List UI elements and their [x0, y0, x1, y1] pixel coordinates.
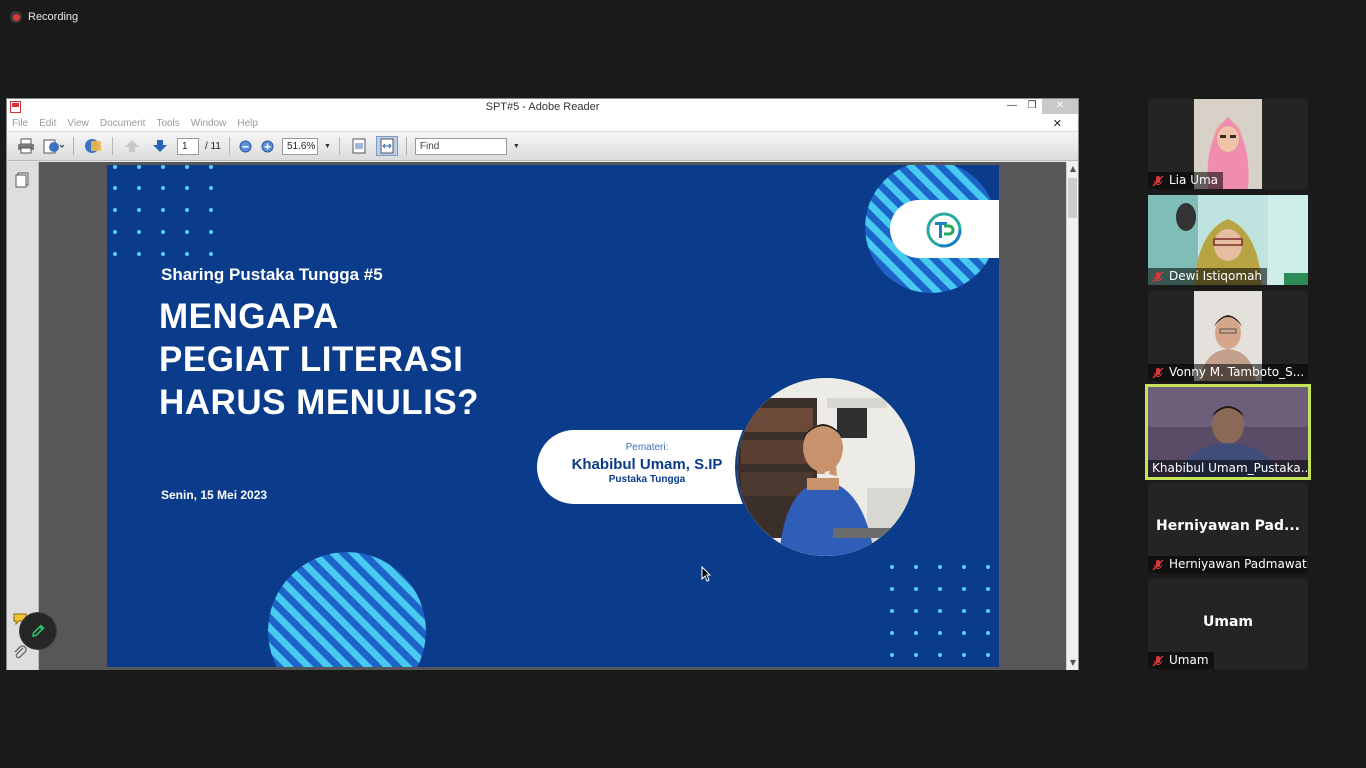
attachment-icon[interactable]: [13, 644, 27, 664]
recording-indicator[interactable]: Recording: [10, 11, 78, 23]
reader-toolbar: 1 / 11 51.6% ▼ Find ▼: [7, 132, 1078, 161]
fit-width-icon[interactable]: [375, 136, 398, 156]
menu-file[interactable]: File: [12, 118, 28, 129]
page-number-input[interactable]: 1: [177, 137, 199, 155]
participant-tile[interactable]: Umam Umam: [1148, 579, 1308, 669]
recording-label: Recording: [28, 11, 79, 23]
navigation-panel: [7, 162, 39, 670]
participant-initial-name: Umam: [1203, 614, 1253, 630]
pencil-icon: [32, 624, 45, 637]
window-title: SPT#5 - Adobe Reader: [485, 101, 600, 113]
participant-tile-active-speaker[interactable]: Khabibul Umam_Pustaka...: [1145, 384, 1311, 480]
annotate-button[interactable]: [19, 612, 57, 650]
record-icon: [10, 11, 22, 23]
zoom-dropdown-icon[interactable]: ▼: [324, 143, 331, 150]
participant-name: Dewi Istiqomah: [1169, 269, 1263, 283]
participant-tile[interactable]: Lia Uma: [1148, 99, 1308, 189]
pages-panel-icon[interactable]: [15, 172, 29, 192]
participant-tile[interactable]: Vonny M. Tamboto_S...: [1148, 291, 1308, 381]
zoom-in-icon[interactable]: [260, 136, 276, 156]
find-input[interactable]: Find: [414, 137, 507, 155]
headline-line: HARUS MENULIS?: [159, 383, 480, 422]
participant-name: Vonny M. Tamboto_S...: [1169, 365, 1305, 379]
speaker-label: Pemateri:: [625, 442, 669, 453]
zoom-out-icon[interactable]: [238, 136, 254, 156]
participant-name: Herniyawan Padmawati: [1169, 557, 1308, 571]
menu-tools[interactable]: Tools: [156, 118, 179, 129]
toolbar-divider: [228, 137, 230, 155]
presentation-slide: Sharing Pustaka Tungga #5 MENGAPA PEGIAT…: [107, 165, 999, 667]
participant-label: Khabibul Umam_Pustaka...: [1148, 460, 1311, 477]
striped-circle-decoration: [268, 552, 426, 667]
meeting-screen: Recording SPT#5 - Adobe Reader — ❐ ✕ Fil…: [0, 0, 1366, 768]
toolbar-divider: [405, 137, 407, 155]
menu-help[interactable]: Help: [237, 118, 258, 129]
participant-name: Khabibul Umam_Pustaka...: [1152, 461, 1311, 475]
dot-pattern: [890, 565, 990, 657]
headline-line: MENGAPA: [159, 297, 339, 336]
shared-reader-window: SPT#5 - Adobe Reader — ❐ ✕ File Edit Vie…: [6, 98, 1079, 670]
mic-muted-icon: [1152, 271, 1164, 282]
speaker-org: Pustaka Tungga: [608, 474, 686, 485]
mic-muted-icon: [1152, 655, 1164, 666]
export-icon[interactable]: [43, 136, 65, 156]
print-icon[interactable]: [15, 136, 37, 156]
participant-label: Umam: [1148, 652, 1214, 669]
next-page-icon[interactable]: [149, 136, 171, 156]
participant-name: Lia Uma: [1169, 173, 1219, 187]
fit-page-icon[interactable]: [348, 136, 370, 156]
close-document-icon[interactable]: ✕: [1053, 117, 1062, 130]
close-button[interactable]: ✕: [1042, 99, 1078, 114]
participant-label: Vonny M. Tamboto_S...: [1148, 364, 1308, 381]
logo-badge: [890, 200, 999, 258]
participant-label: Herniyawan Padmawati: [1148, 556, 1308, 573]
reader-titlebar: SPT#5 - Adobe Reader — ❐ ✕: [7, 99, 1078, 116]
menu-edit[interactable]: Edit: [39, 118, 56, 129]
mouse-cursor-icon: [701, 566, 711, 582]
toolbar-divider: [112, 137, 113, 155]
scroll-thumb[interactable]: [1068, 178, 1077, 218]
scroll-up-icon[interactable]: ▲: [1067, 163, 1079, 175]
dot-pattern: [113, 165, 213, 256]
toolbar-divider: [73, 137, 74, 155]
speaker-card: Pemateri: Khabibul Umam, S.IP Pustaka Tu…: [537, 430, 757, 504]
participant-tile[interactable]: Dewi Istiqomah: [1148, 195, 1308, 285]
scroll-down-icon[interactable]: ▼: [1067, 657, 1079, 669]
vertical-scrollbar[interactable]: ▲ ▼: [1066, 162, 1078, 670]
participant-tile[interactable]: Herniyawan Pad... Herniyawan Padmawati: [1148, 483, 1308, 573]
menu-document[interactable]: Document: [100, 118, 146, 129]
zoom-level-input[interactable]: 51.6%: [281, 137, 318, 155]
participant-initial-name: Herniyawan Pad...: [1156, 518, 1300, 534]
find-dropdown-icon[interactable]: ▼: [513, 143, 520, 150]
minimize-button[interactable]: —: [1002, 99, 1022, 114]
share-icon[interactable]: [82, 136, 104, 156]
headline-line: PEGIAT LITERASI: [159, 340, 464, 379]
previous-page-icon[interactable]: [121, 136, 143, 156]
page-total: / 11: [205, 140, 221, 152]
restore-button[interactable]: ❐: [1022, 99, 1042, 114]
document-view[interactable]: Sharing Pustaka Tungga #5 MENGAPA PEGIAT…: [39, 162, 1067, 670]
menu-window[interactable]: Window: [191, 118, 227, 129]
mic-muted-icon: [1152, 175, 1164, 186]
participant-label: Lia Uma: [1148, 172, 1224, 189]
participant-label: Dewi Istiqomah: [1148, 268, 1268, 285]
speaker-photo: [735, 376, 917, 558]
slide-headline: MENGAPA PEGIAT LITERASI HARUS MENULIS?: [159, 295, 479, 424]
menu-view[interactable]: View: [67, 118, 89, 129]
pustaka-tungga-logo: [926, 212, 962, 248]
reader-menubar: File Edit View Document Tools Window Hel…: [7, 116, 1078, 132]
toolbar-divider: [338, 137, 340, 155]
slide-subtitle: Sharing Pustaka Tungga #5: [161, 265, 383, 284]
participant-name: Umam: [1169, 653, 1209, 667]
speaker-name: Khabibul Umam, S.IP: [571, 456, 723, 473]
mic-muted-icon: [1152, 559, 1164, 570]
slide-date: Senin, 15 Mei 2023: [161, 488, 268, 502]
mic-muted-icon: [1152, 367, 1164, 378]
